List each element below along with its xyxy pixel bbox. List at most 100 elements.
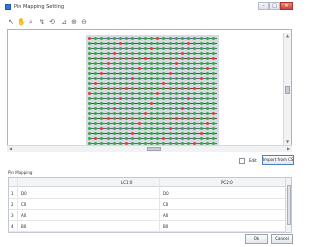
pin-ball[interactable] <box>143 137 147 140</box>
pin-ball[interactable] <box>181 57 184 60</box>
pin-ball[interactable] <box>193 137 197 140</box>
pin-ball[interactable] <box>187 67 191 70</box>
pin-ball[interactable] <box>205 92 209 95</box>
pin-ball[interactable] <box>205 107 209 110</box>
pin-ball[interactable] <box>168 112 172 115</box>
pin-ball[interactable] <box>199 82 203 85</box>
pin-ball[interactable] <box>199 47 203 50</box>
pin-ball[interactable] <box>106 42 110 45</box>
pin-ball[interactable] <box>137 77 141 80</box>
close-button[interactable]: ✕ <box>280 2 293 10</box>
pin-ball[interactable] <box>94 92 98 95</box>
pin-ball[interactable] <box>94 112 98 115</box>
pin-ball[interactable] <box>181 52 184 55</box>
pin-ball[interactable] <box>150 72 153 75</box>
pin-ball[interactable] <box>106 102 110 105</box>
pin-ball[interactable] <box>119 112 122 115</box>
pin-ball[interactable] <box>181 62 184 65</box>
pin-ball[interactable] <box>100 127 104 130</box>
scroll-right-icon[interactable]: ▶ <box>285 146 292 152</box>
pin-ball[interactable] <box>205 67 209 70</box>
pin-ball[interactable] <box>94 57 98 60</box>
pin-ball[interactable] <box>131 57 135 60</box>
pin-ball[interactable] <box>106 47 110 50</box>
pin-ball[interactable] <box>181 132 184 135</box>
pin-ball[interactable] <box>162 57 166 60</box>
pin-ball[interactable] <box>125 82 129 85</box>
pin-ball[interactable] <box>187 97 191 100</box>
pin-ball[interactable] <box>212 57 215 60</box>
pin-ball[interactable] <box>125 137 129 140</box>
pin-ball[interactable] <box>212 42 215 45</box>
pin-ball[interactable] <box>181 107 184 110</box>
pin-ball[interactable] <box>131 102 135 105</box>
pin-ball[interactable] <box>137 57 141 60</box>
pin-ball[interactable] <box>94 72 98 75</box>
pin-ball[interactable] <box>131 137 135 140</box>
pin-ball[interactable] <box>199 132 203 135</box>
pin-ball[interactable] <box>174 82 178 85</box>
pin-ball[interactable] <box>88 122 91 125</box>
pin-ball[interactable] <box>137 92 141 95</box>
pin-ball[interactable] <box>125 67 129 70</box>
pin-ball[interactable] <box>150 67 153 70</box>
pin-ball[interactable] <box>162 112 166 115</box>
pin-ball[interactable] <box>100 107 104 110</box>
pin-ball[interactable] <box>181 122 184 125</box>
pin-ball[interactable] <box>100 117 104 120</box>
pin-ball[interactable] <box>168 47 172 50</box>
pin-ball[interactable] <box>106 137 110 140</box>
pin-ball[interactable] <box>112 72 116 75</box>
column-header-pc[interactable]: PC2:0 <box>221 180 233 185</box>
pin-ball[interactable] <box>205 127 209 130</box>
pin-ball[interactable] <box>112 82 116 85</box>
pin-ball[interactable] <box>162 132 166 135</box>
pin-ball[interactable] <box>125 107 129 110</box>
pin-ball[interactable] <box>193 97 197 100</box>
pin-ball[interactable] <box>162 72 166 75</box>
pin-ball[interactable] <box>94 117 98 120</box>
pin-ball[interactable] <box>199 57 203 60</box>
pin-ball[interactable] <box>88 82 91 85</box>
pin-ball[interactable] <box>150 37 153 40</box>
pin-ball[interactable] <box>137 112 141 115</box>
pin-ball[interactable] <box>143 42 147 45</box>
pin-ball[interactable] <box>156 107 160 110</box>
pin-ball[interactable] <box>187 37 191 40</box>
pin-ball[interactable] <box>106 37 110 40</box>
pin-ball[interactable] <box>205 87 209 90</box>
pin-ball[interactable] <box>137 42 141 45</box>
pin-ball[interactable] <box>168 77 172 80</box>
pin-ball[interactable] <box>150 127 153 130</box>
pin-ball[interactable] <box>212 37 215 40</box>
pin-ball[interactable] <box>205 112 209 115</box>
pin-ball[interactable] <box>119 92 122 95</box>
pin-ball[interactable] <box>112 112 116 115</box>
pin-ball[interactable] <box>119 67 122 70</box>
pin-ball[interactable] <box>181 47 184 50</box>
pin-ball[interactable] <box>212 102 215 105</box>
pin-ball[interactable] <box>125 92 129 95</box>
pin-ball[interactable] <box>205 102 209 105</box>
pin-ball[interactable] <box>212 112 215 115</box>
pc-cell[interactable]: C0 <box>163 202 168 207</box>
pin-ball[interactable] <box>162 82 166 85</box>
pin-ball[interactable] <box>94 127 98 130</box>
vertical-scroll-thumb[interactable] <box>285 86 290 94</box>
pin-ball[interactable] <box>150 137 153 140</box>
pin-ball[interactable] <box>150 107 153 110</box>
pin-ball[interactable] <box>88 62 91 65</box>
pin-ball[interactable] <box>181 137 184 140</box>
pin-ball[interactable] <box>106 82 110 85</box>
pin-ball[interactable] <box>181 82 184 85</box>
pin-ball[interactable] <box>106 87 110 90</box>
pin-ball[interactable] <box>131 117 135 120</box>
pin-ball[interactable] <box>181 42 184 45</box>
pin-ball[interactable] <box>119 72 122 75</box>
pin-ball[interactable] <box>125 122 129 125</box>
pin-ball[interactable] <box>137 107 141 110</box>
pin-ball[interactable] <box>131 52 135 55</box>
pin-ball[interactable] <box>88 102 91 105</box>
pin-ball[interactable] <box>88 137 91 140</box>
pin-ball[interactable] <box>112 42 116 45</box>
